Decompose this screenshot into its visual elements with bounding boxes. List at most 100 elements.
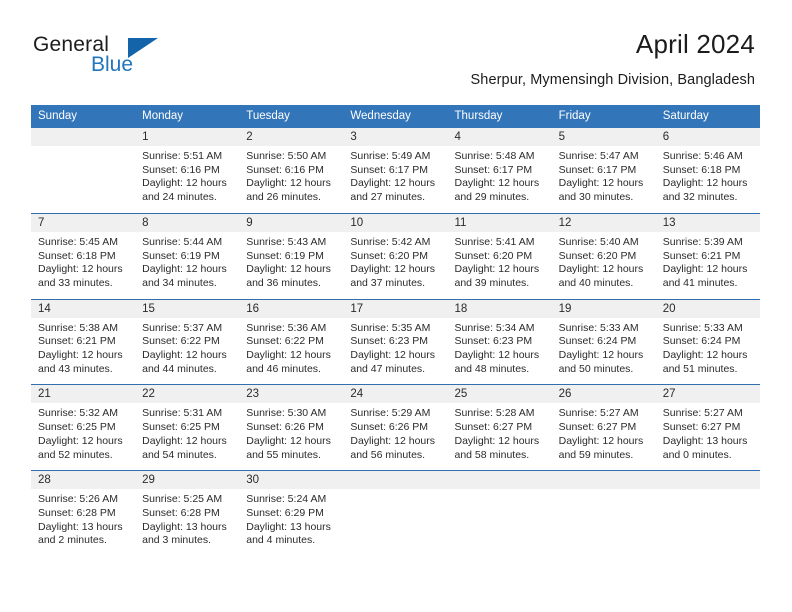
day-number-5[interactable]: 5 (551, 128, 656, 146)
daylight-2-text: and 33 minutes. (38, 276, 113, 289)
day-number-13[interactable]: 13 (655, 213, 760, 232)
day-number-23[interactable]: 23 (239, 385, 344, 404)
daylight-2-text: and 52 minutes. (38, 448, 113, 461)
sunrise-text: Sunrise: 5:24 AM (246, 493, 327, 506)
day-number-25[interactable]: 25 (447, 385, 552, 404)
day-info-empty (656, 489, 760, 556)
sunset-text: Sunset: 6:19 PM (142, 249, 220, 262)
day-cell-empty (447, 471, 552, 490)
sunrise-text: Sunrise: 5:51 AM (142, 150, 223, 162)
sunrise-text: Sunrise: 5:42 AM (350, 235, 431, 248)
sunset-text: Sunset: 6:23 PM (454, 335, 533, 348)
daylight-1-text: Daylight: 12 hours (558, 177, 644, 190)
day-info-5: Sunrise: 5:47 AM Sunset: 6:17 PM Daylight:… (552, 146, 656, 213)
day-info-8: Sunrise: 5:44 AM Sunset: 6:19 PM Daylight:… (135, 232, 239, 299)
day-number-9[interactable]: 9 (239, 213, 344, 232)
day-number-22[interactable]: 22 (135, 385, 240, 404)
day-number-2[interactable]: 2 (239, 128, 344, 146)
daylight-1-text: Daylight: 12 hours (246, 434, 331, 447)
day-number-29[interactable]: 29 (135, 471, 240, 490)
sunset-text: Sunset: 6:17 PM (454, 163, 533, 176)
calendar-week-row: 21 22 23 24 25 26 27 Sunrise: 5:32 AM Sunset: 6:… (31, 384, 760, 470)
daylight-2-text: and 27 minutes. (350, 191, 426, 204)
calendar-week-row: 1 2 3 4 5 6 Sunrise: 5:51 AM Sunset: 6:16 PM Day… (31, 128, 760, 213)
daylight-1-text: Daylight: 12 hours (38, 349, 123, 362)
daylight-1-text: Daylight: 12 hours (350, 263, 436, 276)
day-info-empty (448, 489, 552, 556)
sunset-text: Sunset: 6:27 PM (662, 421, 741, 434)
sunset-text: Sunset: 6:27 PM (558, 421, 637, 434)
day-number-27[interactable]: 27 (655, 385, 760, 404)
day-info-28: Sunrise: 5:26 AM Sunset: 6:28 PM Daylight:… (31, 489, 135, 556)
day-number-4[interactable]: 4 (447, 128, 552, 146)
day-number-8[interactable]: 8 (135, 213, 240, 232)
calendar-week-row: 7 8 9 10 11 12 13 Sunrise: 5:45 AM Sunset: 6:18 … (31, 212, 760, 299)
day-number-12[interactable]: 12 (551, 213, 656, 232)
day-detail-row: Sunrise: 5:26 AM Sunset: 6:28 PM Daylight:… (31, 489, 760, 556)
day-number-21[interactable]: 21 (31, 385, 136, 404)
day-number-16[interactable]: 16 (239, 299, 344, 318)
daylight-1-text: Daylight: 12 hours (350, 434, 436, 447)
brand-name-blue: Blue (91, 53, 134, 76)
day-number-17[interactable]: 17 (343, 299, 448, 318)
day-detail-row: Sunrise: 5:38 AM Sunset: 6:21 PM Daylight:… (31, 318, 760, 385)
daylight-2-text: and 30 minutes. (558, 191, 634, 204)
page-header: General Blue April 2024 Sherpur, Mymensi… (0, 0, 792, 88)
weekday-header-sunday: Sunday (38, 110, 78, 122)
sunset-text: Sunset: 6:19 PM (246, 249, 324, 262)
day-number-6[interactable]: 6 (655, 128, 760, 146)
daylight-2-text: and 51 minutes. (662, 362, 738, 375)
sunrise-text: Sunrise: 5:39 AM (662, 235, 743, 248)
daylight-1-text: Daylight: 12 hours (142, 349, 227, 362)
sunset-text: Sunset: 6:17 PM (350, 163, 429, 176)
sunset-text: Sunset: 6:21 PM (38, 335, 116, 348)
daylight-2-text: and 0 minutes. (662, 448, 732, 461)
day-number-row: 7 8 9 10 11 12 13 (31, 213, 760, 232)
sunrise-text: Sunrise: 5:27 AM (662, 407, 743, 420)
day-info-23: Sunrise: 5:30 AM Sunset: 6:26 PM Daylight:… (239, 403, 343, 470)
day-info-12: Sunrise: 5:40 AM Sunset: 6:20 PM Daylight:… (552, 232, 656, 299)
day-info-20: Sunrise: 5:33 AM Sunset: 6:24 PM Daylight:… (656, 318, 760, 385)
daylight-1-text: Daylight: 12 hours (246, 263, 331, 276)
daylight-1-text: Daylight: 12 hours (454, 263, 540, 276)
day-detail-row: Sunrise: 5:32 AM Sunset: 6:25 PM Daylight:… (31, 403, 760, 470)
calendar-week-row: 28 29 30 Sunrise: 5:26 AM Sunset: 6:28 PM Day… (31, 470, 760, 556)
day-number-19[interactable]: 19 (551, 299, 656, 318)
general-blue-logo[interactable]: General Blue (33, 33, 213, 81)
daylight-1-text: Daylight: 12 hours (142, 177, 227, 190)
day-info-11: Sunrise: 5:41 AM Sunset: 6:20 PM Daylight:… (448, 232, 552, 299)
daylight-1-text: Daylight: 13 hours (38, 520, 123, 533)
day-number-3[interactable]: 3 (343, 128, 448, 146)
daylight-2-text: and 3 minutes. (142, 534, 212, 547)
daylight-2-text: and 43 minutes. (38, 362, 113, 375)
sunset-text: Sunset: 6:20 PM (454, 249, 533, 262)
day-number-26[interactable]: 26 (551, 385, 656, 404)
day-number-30[interactable]: 30 (239, 471, 344, 490)
day-number-18[interactable]: 18 (447, 299, 552, 318)
day-number-20[interactable]: 20 (655, 299, 760, 318)
day-info-2: Sunrise: 5:50 AM Sunset: 6:16 PM Daylight:… (239, 146, 343, 213)
day-number-7[interactable]: 7 (31, 213, 136, 232)
calendar-weeks: 1 2 3 4 5 6 Sunrise: 5:51 AM Sunset: 6:16 PM Day… (31, 128, 760, 556)
day-info-21: Sunrise: 5:32 AM Sunset: 6:25 PM Daylight:… (31, 403, 135, 470)
day-number-28[interactable]: 28 (31, 471, 136, 490)
sunset-text: Sunset: 6:20 PM (558, 249, 637, 262)
day-number-15[interactable]: 15 (135, 299, 240, 318)
daylight-2-text: and 2 minutes. (38, 534, 107, 547)
daylight-1-text: Daylight: 12 hours (454, 177, 540, 190)
sunset-text: Sunset: 6:20 PM (350, 249, 429, 262)
sunrise-text: Sunrise: 5:44 AM (142, 235, 223, 248)
sunrise-text: Sunrise: 5:43 AM (246, 235, 327, 248)
day-number-1[interactable]: 1 (135, 128, 240, 146)
daylight-1-text: Daylight: 12 hours (662, 263, 748, 276)
daylight-2-text: and 36 minutes. (246, 276, 321, 289)
sunset-text: Sunset: 6:26 PM (246, 421, 324, 434)
day-number-10[interactable]: 10 (343, 213, 448, 232)
daylight-2-text: and 46 minutes. (246, 362, 321, 375)
sunrise-text: Sunrise: 5:41 AM (454, 235, 535, 248)
day-number-24[interactable]: 24 (343, 385, 448, 404)
sunrise-text: Sunrise: 5:45 AM (38, 235, 118, 248)
day-number-14[interactable]: 14 (31, 299, 136, 318)
sunrise-text: Sunrise: 5:34 AM (454, 321, 535, 334)
day-number-11[interactable]: 11 (447, 213, 552, 232)
